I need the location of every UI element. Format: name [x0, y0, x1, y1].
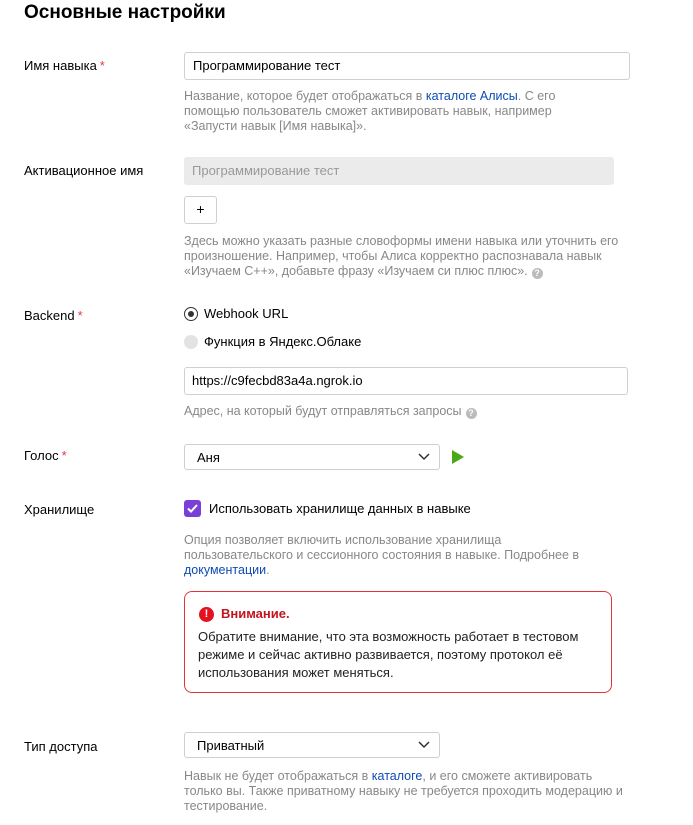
function-radio-label: Функция в Яндекс.Облаке: [204, 334, 362, 349]
webhook-url-input[interactable]: https://c9fecbd83a4a.ngrok.io: [184, 367, 628, 395]
warning-title: Внимание.: [221, 606, 290, 621]
activation-name-input: Программирование тест: [184, 157, 614, 185]
required-mark: *: [61, 448, 67, 463]
access-type-select[interactable]: Приватный: [184, 732, 440, 758]
storage-help: Опция позволяет включить использование х…: [184, 533, 594, 578]
storage-checkbox-label: Использовать хранилище данных в навыке: [209, 501, 471, 516]
voice-select[interactable]: Аня: [184, 444, 440, 470]
activation-name-help-text: Здесь можно указать разные словоформы им…: [184, 234, 619, 278]
alice-catalog-link[interactable]: каталоге Алисы: [426, 89, 518, 103]
storage-checkbox-row[interactable]: Использовать хранилище данных в навыке: [184, 500, 471, 517]
storage-label: Хранилище: [24, 502, 95, 517]
activation-name-label: Активационное имя: [24, 163, 144, 178]
backend-help: Адрес, на который будут отправляться зап…: [184, 404, 624, 419]
backend-label: Backend *: [24, 308, 83, 324]
chevron-down-icon: [418, 741, 430, 749]
backend-label-text: Backend: [24, 308, 75, 323]
question-icon[interactable]: ?: [465, 408, 477, 419]
question-icon[interactable]: ?: [531, 268, 543, 279]
access-type-help: Навык не будет отображаться в каталоге, …: [184, 769, 624, 814]
catalog-link[interactable]: каталоге: [372, 769, 423, 783]
voice-label: Голос *: [24, 448, 67, 464]
storage-help-text-end: .: [266, 563, 270, 577]
play-icon[interactable]: [452, 450, 464, 464]
backend-help-text: Адрес, на который будут отправляться зап…: [184, 404, 462, 418]
page-title: Основные настройки: [24, 2, 226, 23]
radio-selected-icon[interactable]: [184, 307, 198, 321]
activation-name-help: Здесь можно указать разные словоформы им…: [184, 234, 624, 279]
function-radio-option[interactable]: Функция в Яндекс.Облаке: [184, 334, 361, 350]
skill-name-help: Название, которое будет отображаться в к…: [184, 89, 594, 134]
required-mark: *: [77, 308, 83, 323]
skill-name-label: Имя навыка *: [24, 58, 105, 74]
radio-unselected-icon[interactable]: [184, 335, 198, 349]
access-type-selected-value: Приватный: [197, 738, 265, 753]
documentation-link[interactable]: документации: [184, 563, 266, 577]
skill-name-help-text: Название, которое будет отображаться в: [184, 89, 426, 103]
access-type-help-text: Навык не будет отображаться в: [184, 769, 372, 783]
voice-selected-value: Аня: [197, 450, 220, 465]
warning-text: Обратите внимание, что эта возможность р…: [198, 629, 579, 680]
warning-box: ! Внимание. Обратите внимание, что эта в…: [184, 591, 612, 693]
voice-label-text: Голос: [24, 448, 59, 463]
access-type-label: Тип доступа: [24, 739, 98, 754]
checkbox-checked-icon[interactable]: [184, 500, 201, 517]
required-mark: *: [99, 58, 105, 73]
storage-help-text: Опция позволяет включить использование х…: [184, 533, 580, 562]
chevron-down-icon: [418, 453, 430, 461]
webhook-radio-option[interactable]: Webhook URL: [184, 306, 288, 322]
skill-name-label-text: Имя навыка: [24, 58, 97, 73]
add-activation-name-button[interactable]: +: [184, 196, 217, 224]
webhook-radio-label: Webhook URL: [204, 306, 289, 321]
skill-name-input[interactable]: Программирование тест: [184, 52, 630, 80]
warning-icon: !: [199, 607, 214, 622]
